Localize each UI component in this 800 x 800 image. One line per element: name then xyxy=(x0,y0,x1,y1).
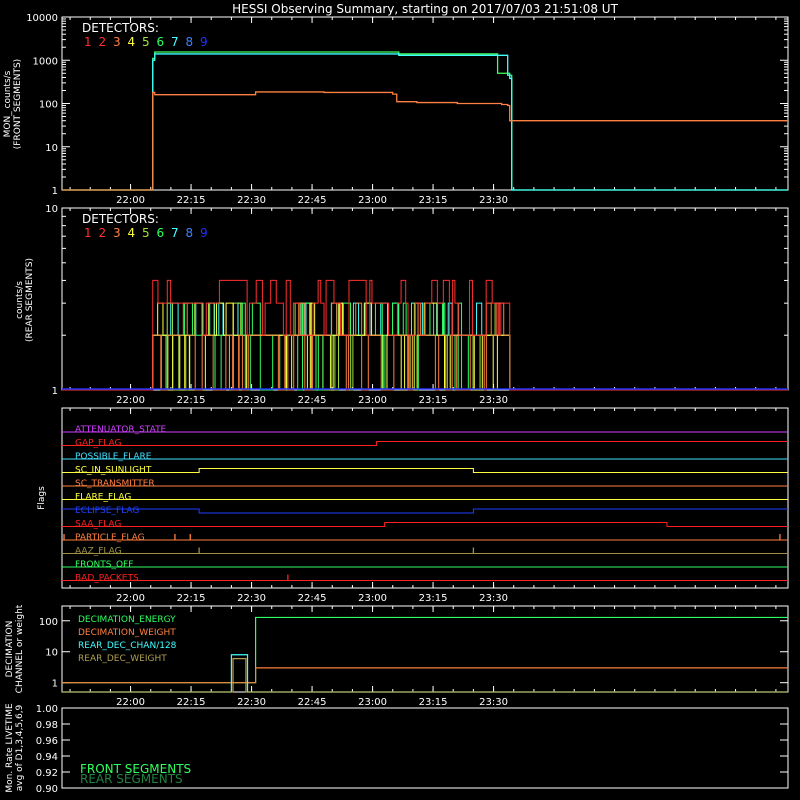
x-tick-label: 23:30 xyxy=(479,697,508,708)
flag-label-sc_in_sunlight: SC_IN_SUNLIGHT xyxy=(75,466,152,476)
y-axis-label: Mon. Rate LIVETIME xyxy=(5,703,15,793)
legend-detector-1: 1 xyxy=(84,35,92,49)
flag-label-fronts_off: FRONTS_OFF xyxy=(75,560,133,570)
decimation-legend-3: REAR_DEC_CHAN/128 xyxy=(78,641,177,651)
flag-label-possible_flare: POSSIBLE_FLARE xyxy=(75,452,152,462)
hessi-summary-figure: HESSI Observing Summary, starting on 201… xyxy=(0,0,800,800)
x-tick-label: 22:15 xyxy=(177,195,206,206)
x-tick-label: 22:15 xyxy=(177,395,206,406)
x-tick-label: 23:30 xyxy=(479,593,508,604)
flag-label-attenuator_state: ATTENUATOR_STATE xyxy=(75,425,167,435)
flag-label-particle_flag: PARTICLE_FLAG xyxy=(75,533,145,543)
x-tick-label: 23:30 xyxy=(479,395,508,406)
x-tick-label: 22:15 xyxy=(177,593,206,604)
figure-title: HESSI Observing Summary, starting on 201… xyxy=(232,2,618,16)
x-tick-label: 23:15 xyxy=(419,395,448,406)
legend-detector-5: 5 xyxy=(142,35,150,49)
y-tick-label: 1.00 xyxy=(36,704,58,715)
legend-title: DETECTORS: xyxy=(82,212,159,226)
legend-detector-6: 6 xyxy=(157,226,165,240)
y-axis-label: (FRONT SEGMENTS) xyxy=(13,59,23,149)
x-tick-label: 22:45 xyxy=(298,395,327,406)
decimation-legend-4: REAR_DEC_WEIGHT xyxy=(78,654,167,664)
x-tick-label: 23:00 xyxy=(358,697,387,708)
x-tick-label: 22:45 xyxy=(298,697,327,708)
legend-title: DETECTORS: xyxy=(82,21,159,35)
legend-detector-7: 7 xyxy=(171,35,179,49)
legend-detector-4: 4 xyxy=(128,226,136,240)
x-tick-label: 22:30 xyxy=(237,395,266,406)
flag-label-bad_packets: BAD_PACKETS xyxy=(75,574,139,584)
x-tick-label: 22:30 xyxy=(237,195,266,206)
y-tick-label: 0.92 xyxy=(36,768,58,779)
y-axis-label: Flags xyxy=(37,486,47,510)
x-tick-label: 22:45 xyxy=(298,195,327,206)
y-tick-label: 100 xyxy=(39,617,58,628)
y-tick-label: 10 xyxy=(45,648,58,659)
flag-label-saa_flag: SAA_FLAG xyxy=(75,520,121,530)
flag-label-gap_flag: GAP_FLAG xyxy=(75,439,121,449)
x-tick-label: 23:00 xyxy=(358,195,387,206)
y-axis-label: MON_ counts/s xyxy=(3,70,13,137)
y-axis-label: counts/s xyxy=(15,281,25,319)
y-tick-label: 0.98 xyxy=(36,720,58,731)
x-tick-label: 22:00 xyxy=(116,593,145,604)
y-axis-label: DECIMATION xyxy=(5,621,15,678)
legend-detector-3: 3 xyxy=(113,226,121,240)
x-tick-label: 22:15 xyxy=(177,697,206,708)
x-tick-label: 23:15 xyxy=(419,697,448,708)
legend-detector-9: 9 xyxy=(200,226,208,240)
y-tick-label: 100 xyxy=(39,100,58,111)
y-tick-label: 10 xyxy=(45,204,58,215)
y-tick-label: 1 xyxy=(52,679,58,690)
legend-detector-4: 4 xyxy=(128,35,136,49)
x-tick-label: 22:30 xyxy=(237,593,266,604)
y-axis-label: CHANNEL or weight xyxy=(15,604,25,693)
flag-label-sc_transmitter: SC_TRANSMITTER xyxy=(75,479,155,489)
y-axis-label: (REAR SEGMENTS) xyxy=(25,258,35,342)
y-tick-label: 1 xyxy=(52,386,58,397)
x-tick-label: 23:30 xyxy=(479,195,508,206)
flag-label-eclipse_flag: ECLIPSE_FLAG xyxy=(75,506,139,516)
legend-detector-3: 3 xyxy=(113,35,121,49)
x-tick-label: 23:00 xyxy=(358,593,387,604)
legend-detector-6: 6 xyxy=(157,35,165,49)
y-tick-label: 0.90 xyxy=(36,784,58,795)
y-tick-label: 0.96 xyxy=(36,736,58,747)
y-axis-label: avg of D1,3,4,5,6,9 xyxy=(15,704,25,791)
flag-label-aaz_flag: AAZ_FLAG xyxy=(75,547,122,557)
y-tick-label: 1000 xyxy=(33,56,58,67)
x-tick-label: 23:00 xyxy=(358,395,387,406)
y-tick-label: 1 xyxy=(52,186,58,197)
legend-detector-7: 7 xyxy=(171,226,179,240)
legend-detector-1: 1 xyxy=(84,226,92,240)
x-tick-label: 22:00 xyxy=(116,195,145,206)
y-tick-label: 10000 xyxy=(26,13,58,24)
livetime-legend-rear: REAR SEGMENTS xyxy=(80,772,183,786)
y-tick-label: 10 xyxy=(45,143,58,154)
decimation-legend-2: DECIMATION_WEIGHT xyxy=(78,628,176,638)
x-tick-label: 23:15 xyxy=(419,593,448,604)
legend-detector-2: 2 xyxy=(99,35,107,49)
x-tick-label: 22:45 xyxy=(298,593,327,604)
x-tick-label: 22:00 xyxy=(116,395,145,406)
legend-detector-5: 5 xyxy=(142,226,150,240)
flag-label-flare_flag: FLARE_FLAG xyxy=(75,493,131,503)
legend-detector-8: 8 xyxy=(186,35,194,49)
x-tick-label: 22:30 xyxy=(237,697,266,708)
x-tick-label: 22:00 xyxy=(116,697,145,708)
x-tick-label: 23:15 xyxy=(419,195,448,206)
y-tick-label: 0.94 xyxy=(36,752,58,763)
legend-detector-9: 9 xyxy=(200,35,208,49)
legend-detector-8: 8 xyxy=(186,226,194,240)
decimation-legend-1: DECIMATION_ENERGY xyxy=(78,615,176,625)
legend-detector-2: 2 xyxy=(99,226,107,240)
